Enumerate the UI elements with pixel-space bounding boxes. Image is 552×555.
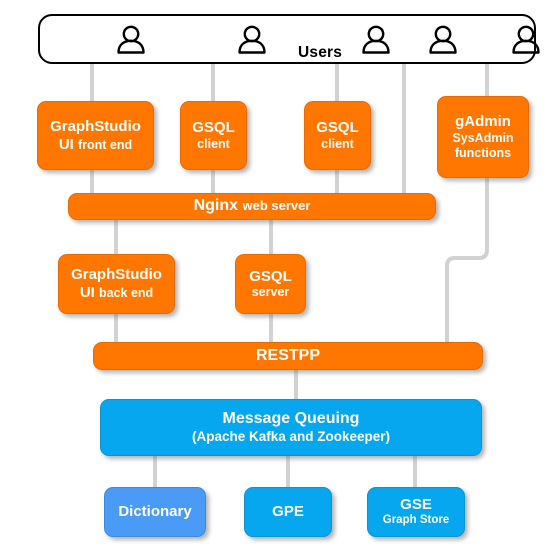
node-title: GSQL — [249, 267, 292, 285]
node-gsql-server[interactable]: GSQL server — [235, 254, 306, 314]
node-title: GraphStudio — [71, 266, 162, 284]
node-graphstudio-ui-front-end[interactable]: GraphStudio UI front end — [37, 101, 154, 170]
user-icon — [429, 25, 457, 54]
node-title: Message Queuing — [222, 410, 360, 428]
node-title: Dictionary — [118, 503, 192, 521]
node-subtitle: client — [321, 136, 354, 151]
node-title: RESTPP — [255, 346, 320, 364]
node-subtitle-1: SysAdmin — [452, 131, 514, 146]
node-nginx-web-server[interactable]: Nginx web server — [68, 193, 436, 220]
wire-gadmin-to-restpp — [445, 176, 489, 344]
node-gse[interactable]: GSE Graph Store — [367, 487, 465, 537]
user-icon — [117, 25, 145, 54]
node-subtitle: (Apache Kafka and Zookeeper) — [191, 428, 391, 444]
user-icon — [512, 25, 540, 54]
users-group: Users — [38, 14, 540, 64]
node-title: GPE — [272, 503, 304, 521]
node-title: GraphStudio — [50, 117, 141, 135]
node-title: GSQL — [316, 119, 359, 137]
node-subtitle-2: functions — [454, 145, 512, 160]
node-gsql-client-1[interactable]: GSQL client — [180, 101, 247, 170]
node-title: Nginx web server — [193, 197, 311, 215]
node-subtitle: client — [197, 136, 230, 151]
node-dictionary[interactable]: Dictionary — [104, 487, 206, 537]
node-gpe[interactable]: GPE — [244, 487, 332, 537]
node-subtitle: UI back end — [79, 284, 154, 301]
architecture-diagram: Users GraphStudio UI front end GSQL clie… — [0, 0, 552, 555]
node-title: GSE — [400, 496, 432, 514]
node-gsql-client-2[interactable]: GSQL client — [304, 101, 371, 170]
node-gadmin[interactable]: gAdmin SysAdmin functions — [437, 96, 529, 178]
node-restpp[interactable]: RESTPP — [93, 342, 483, 370]
user-icon — [238, 25, 266, 54]
node-subtitle: server — [251, 285, 290, 300]
node-message-queuing[interactable]: Message Queuing (Apache Kafka and Zookee… — [100, 399, 482, 456]
user-icon — [362, 25, 390, 54]
node-title: gAdmin — [455, 113, 511, 131]
users-label: Users — [298, 44, 343, 61]
node-subtitle: UI front end — [58, 135, 133, 153]
node-subtitle: Graph Store — [382, 514, 450, 527]
node-graphstudio-ui-back-end[interactable]: GraphStudio UI back end — [58, 254, 175, 314]
node-title: GSQL — [192, 119, 235, 137]
